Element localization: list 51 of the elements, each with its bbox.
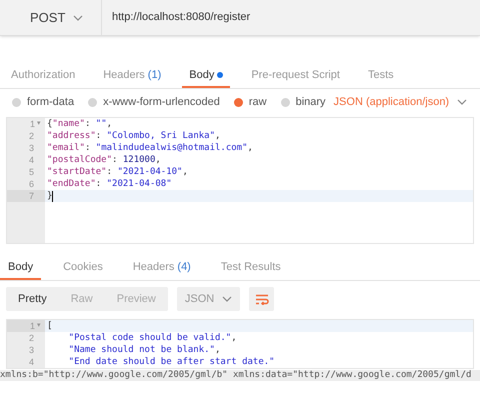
line-number: 1	[30, 320, 35, 332]
body-type-radio[interactable]: binary	[280, 94, 326, 110]
method-dropdown[interactable]: POST	[0, 0, 102, 35]
code-line: "address": "Colombo, Sri Lanka",	[47, 130, 220, 142]
line-number: 2	[28, 332, 34, 344]
content-type-dropdown[interactable]: JSON (application/json)	[334, 94, 468, 110]
code-line: {"name": "",	[47, 118, 112, 130]
radio-icon[interactable]	[12, 98, 21, 106]
body-type-radio[interactable]: raw	[234, 94, 267, 110]
request-tab[interactable]: Authorization	[4, 64, 82, 88]
request-tab[interactable]: Body	[182, 64, 230, 88]
chevron-down-icon	[73, 14, 84, 20]
request-tab[interactable]: Tests	[360, 64, 401, 88]
response-tab[interactable]: Cookies	[55, 256, 111, 280]
code-line: [	[47, 320, 52, 332]
request-tab[interactable]: Headers (1)	[96, 64, 168, 88]
line-number: 1	[30, 118, 35, 130]
request-tab[interactable]: Pre-request Script	[244, 64, 347, 88]
radio-icon[interactable]	[280, 98, 290, 106]
url-field[interactable]: http://localhost:8080/register	[102, 0, 480, 35]
chevron-down-icon	[222, 296, 232, 302]
code-line: "Name should not be blank.",	[68, 344, 220, 356]
line-number: 7	[28, 190, 34, 202]
text-cursor	[52, 190, 54, 202]
response-tab[interactable]: Body	[0, 256, 42, 280]
code-line: "email": "malindudealwis@hotmail.com",	[47, 142, 253, 154]
body-type-radio[interactable]: form-data	[12, 94, 74, 110]
line-number: 5	[28, 166, 34, 178]
view-mode-button[interactable]: Pretty	[6, 287, 59, 311]
code-line: "endDate": "2021-04-08"	[47, 178, 172, 190]
line-number: 4	[28, 356, 34, 368]
body-type-radio[interactable]: x-www-form-urlencoded	[88, 94, 220, 110]
line-number: 3	[28, 142, 34, 154]
chevron-down-icon	[457, 99, 468, 105]
line-number: 6	[28, 178, 34, 190]
wrap-lines-button[interactable]	[249, 287, 274, 311]
line-number: 2	[28, 130, 34, 142]
wrap-lines-icon	[254, 294, 269, 304]
response-tab[interactable]: Test Results	[212, 256, 289, 280]
line-number: 4	[28, 154, 34, 166]
code-line: }	[47, 190, 52, 202]
radio-icon[interactable]	[234, 98, 243, 106]
code-line: "Postal code should be valid.",	[68, 332, 237, 344]
line-number: 3	[28, 344, 34, 356]
code-line: "postalCode": 121000,	[47, 154, 161, 166]
code-line: "End date should be after start date."	[68, 356, 275, 368]
radio-icon[interactable]	[88, 98, 98, 106]
response-tab[interactable]: Headers (4)	[124, 256, 199, 280]
code-line: "startDate": "2021-04-10",	[47, 166, 188, 178]
format-dropdown[interactable]: JSON	[176, 287, 240, 311]
overflow-text: xmlns:b="http://www.google.com/2005/gml/b" xmlns:data="http://www.google.com/2005/gml/d	[0, 370, 480, 381]
